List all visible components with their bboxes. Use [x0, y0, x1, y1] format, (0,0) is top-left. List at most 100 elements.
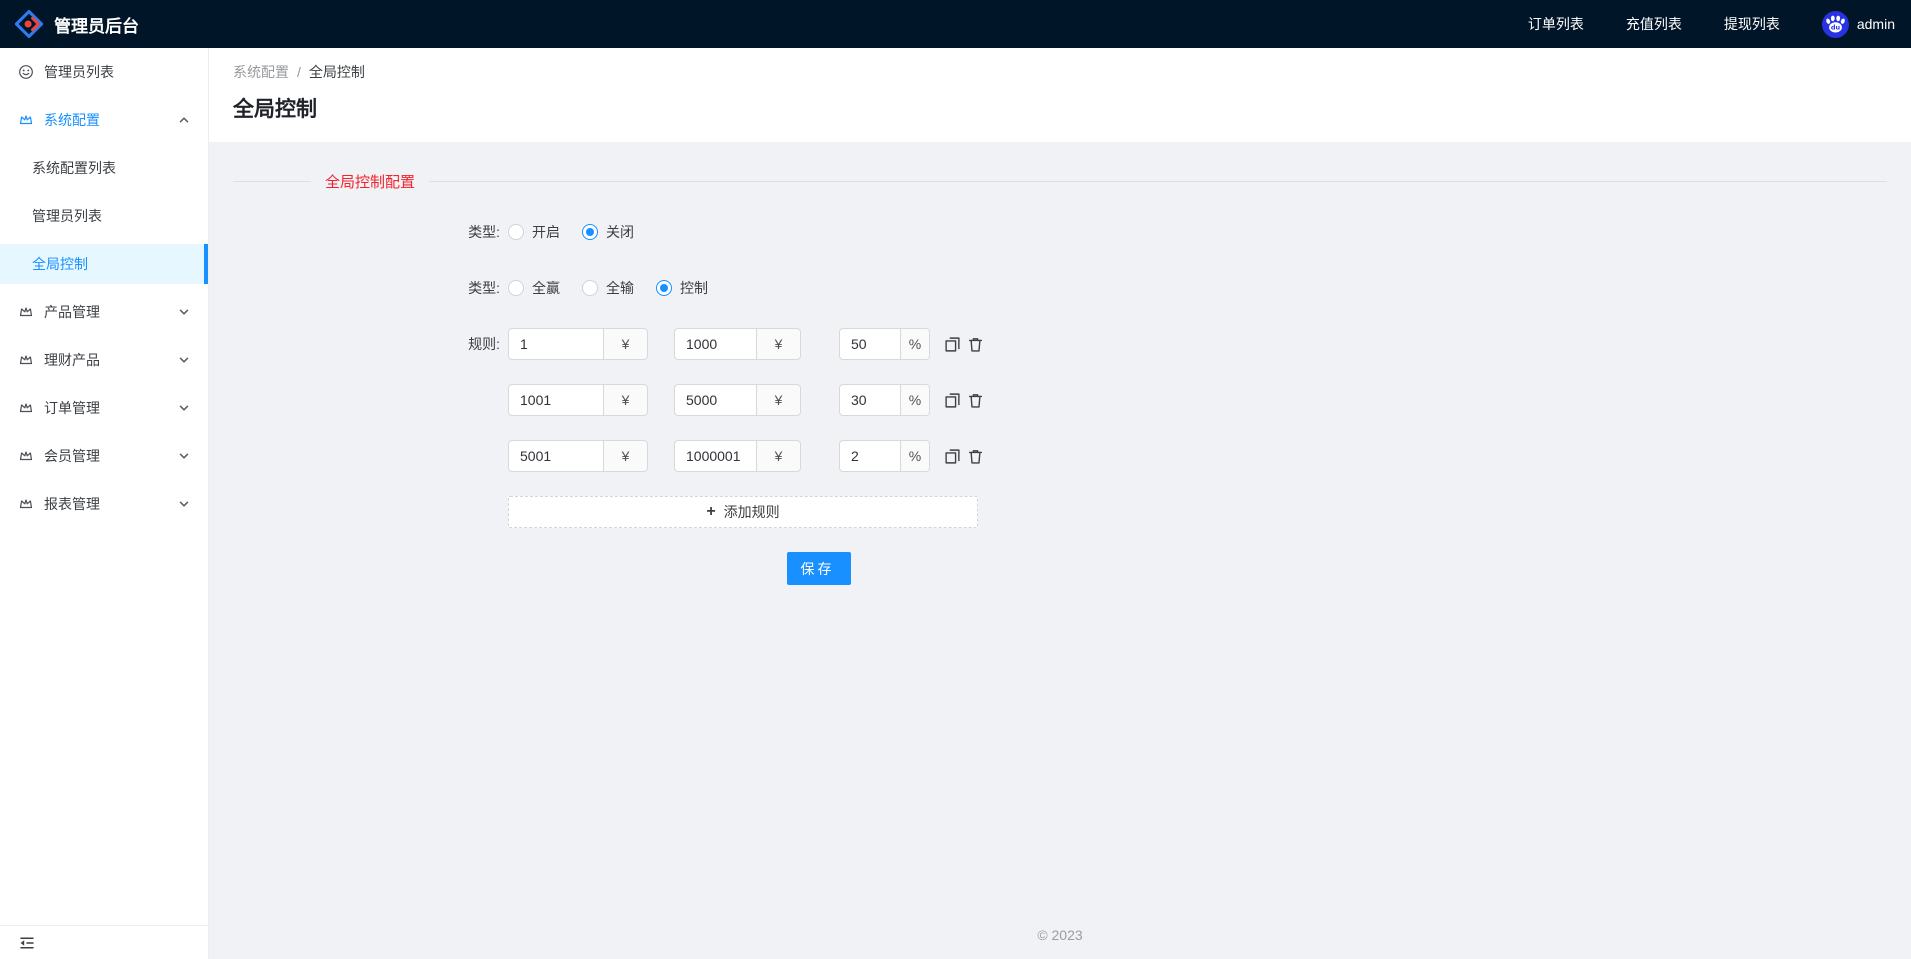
radio-label[interactable]: 全赢 [532, 278, 560, 298]
rule-percent-input[interactable] [839, 328, 900, 360]
copy-rule-icon[interactable] [944, 336, 961, 353]
sidebar-item-finance-product[interactable]: 理财产品 [0, 340, 208, 380]
status-radio-group: 开启 关闭 [508, 216, 656, 248]
topnav-withdraw-list[interactable]: 提现列表 [1724, 14, 1780, 34]
breadcrumb-system-config[interactable]: 系统配置 [233, 62, 289, 82]
sidebar-item-label: 报表管理 [44, 494, 100, 514]
rule-row: ¥ ¥ % [508, 328, 984, 360]
sidebar-item-label: 订单管理 [44, 398, 100, 418]
sidebar-subitem-label: 全局控制 [32, 254, 88, 274]
content-body: 全局控制配置 类型: 开启 [209, 142, 1911, 959]
radio-icon-checked[interactable] [656, 280, 672, 296]
divider-line-right [429, 181, 1887, 182]
copyright: © 2023 [209, 927, 1911, 959]
breadcrumb-separator: / [297, 64, 301, 80]
global-control-form: 类型: 开启 关闭 [209, 216, 1911, 609]
currency-addon: ¥ [756, 440, 801, 472]
rules-label: 规则: [209, 328, 500, 528]
currency-addon: ¥ [603, 328, 648, 360]
sidebar-item-member-mgmt[interactable]: 会员管理 [0, 436, 208, 476]
rule-min-input[interactable] [508, 328, 603, 360]
app-logo-icon [13, 8, 45, 40]
svg-text:du: du [1831, 23, 1841, 31]
sidebar-item-order-mgmt[interactable]: 订单管理 [0, 388, 208, 428]
sidebar-subitem-system-config-list[interactable]: 系统配置列表 [0, 148, 208, 188]
topnav-order-list[interactable]: 订单列表 [1528, 14, 1584, 34]
content-header: 系统配置 / 全局控制 全局控制 [209, 48, 1911, 142]
radio-icon[interactable] [582, 280, 598, 296]
currency-addon: ¥ [756, 328, 801, 360]
rule-row: ¥ ¥ % [508, 440, 984, 472]
radio-label[interactable]: 开启 [532, 222, 560, 242]
sidebar-subitem-label: 系统配置列表 [32, 158, 116, 178]
delete-rule-icon[interactable] [967, 448, 984, 465]
radio-label[interactable]: 关闭 [606, 222, 634, 242]
radio-icon[interactable] [508, 224, 524, 240]
rule-max-input[interactable] [674, 384, 756, 416]
sidebar-item-label: 产品管理 [44, 302, 100, 322]
chevron-down-icon [177, 449, 191, 463]
sidebar-subitem-global-control[interactable]: 全局控制 [0, 244, 208, 284]
currency-addon: ¥ [603, 440, 648, 472]
rule-max-input[interactable] [674, 440, 756, 472]
radio-option-control[interactable]: 控制 [656, 278, 708, 298]
topbar: 管理员后台 订单列表 充值列表 提现列表 du adm [0, 0, 1911, 48]
menu-fold-icon[interactable] [19, 935, 35, 951]
form-row-save: 保存 [209, 552, 1911, 585]
copy-rule-icon[interactable] [944, 448, 961, 465]
rule-max-input[interactable] [674, 328, 756, 360]
save-button[interactable]: 保存 [787, 552, 851, 585]
form-row-rules: 规则: ¥ ¥ [209, 328, 1911, 528]
content: 系统配置 / 全局控制 全局控制 全局控制配置 类型: [209, 48, 1911, 959]
radio-option-all-lose[interactable]: 全输 [582, 278, 634, 298]
crown-icon [18, 448, 34, 464]
crown-icon [18, 400, 34, 416]
percent-addon: % [900, 328, 930, 360]
radio-icon-checked[interactable] [582, 224, 598, 240]
topnav-recharge-list[interactable]: 充值列表 [1626, 14, 1682, 34]
radio-option-closed[interactable]: 关闭 [582, 222, 634, 242]
chevron-down-icon [177, 305, 191, 319]
section-divider: 全局控制配置 [233, 170, 1887, 192]
username: admin [1857, 16, 1895, 32]
sidebar-item-label: 会员管理 [44, 446, 100, 466]
rule-row: ¥ ¥ % [508, 384, 984, 416]
topnav: 订单列表 充值列表 提现列表 du admin [1528, 11, 1895, 38]
currency-addon: ¥ [603, 384, 648, 416]
delete-rule-icon[interactable] [967, 392, 984, 409]
sidebar-item-report-mgmt[interactable]: 报表管理 [0, 484, 208, 524]
radio-icon[interactable] [508, 280, 524, 296]
rules-column: ¥ ¥ % [508, 328, 984, 528]
app-title: 管理员后台 [54, 12, 139, 37]
rule-percent-input[interactable] [839, 440, 900, 472]
currency-addon: ¥ [756, 384, 801, 416]
mode-radio-group: 全赢 全输 控制 [508, 272, 730, 304]
breadcrumb-current: 全局控制 [309, 62, 365, 82]
sidebar-item-system-config[interactable]: 系统配置 [0, 100, 208, 140]
copy-rule-icon[interactable] [944, 392, 961, 409]
mode-label: 类型: [209, 272, 500, 304]
sidebar-item-label: 系统配置 [44, 110, 100, 130]
add-rule-button[interactable]: + 添加规则 [508, 496, 978, 528]
divider-line-left [233, 181, 311, 182]
crown-icon [18, 352, 34, 368]
sidebar-subitem-admin-list[interactable]: 管理员列表 [0, 196, 208, 236]
radio-option-open[interactable]: 开启 [508, 222, 560, 242]
radio-label[interactable]: 全输 [606, 278, 634, 298]
brand[interactable]: 管理员后台 [13, 8, 139, 40]
avatar: du [1822, 11, 1849, 38]
crown-icon [18, 496, 34, 512]
delete-rule-icon[interactable] [967, 336, 984, 353]
app-root: 管理员后台 订单列表 充值列表 提现列表 du adm [0, 0, 1911, 959]
rule-percent-input[interactable] [839, 384, 900, 416]
percent-addon: % [900, 440, 930, 472]
sidebar-item-admin-list[interactable]: 管理员列表 [0, 52, 208, 92]
rule-min-input[interactable] [508, 384, 603, 416]
rule-min-input[interactable] [508, 440, 603, 472]
crown-icon [18, 304, 34, 320]
radio-label[interactable]: 控制 [680, 278, 708, 298]
sidebar-item-product-mgmt[interactable]: 产品管理 [0, 292, 208, 332]
user-menu[interactable]: du admin [1822, 11, 1895, 38]
radio-option-all-win[interactable]: 全赢 [508, 278, 560, 298]
section-title: 全局控制配置 [311, 171, 429, 192]
